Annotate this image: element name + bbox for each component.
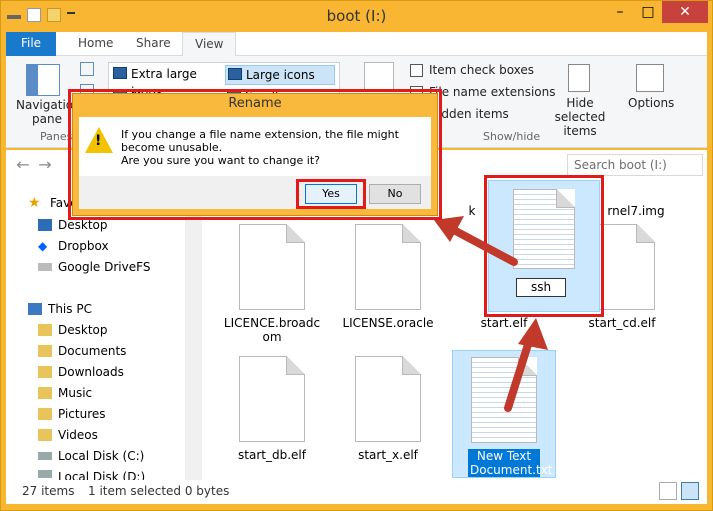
tab-home[interactable]: Home [66, 32, 125, 56]
nav-desktop[interactable]: Desktop [38, 218, 108, 232]
layout-extra-large-icons[interactable]: Extra large icons [111, 65, 221, 99]
navigation-pane-icon [26, 64, 60, 96]
drive-icon [38, 470, 52, 478]
tab-view[interactable]: View [182, 32, 237, 56]
forward-arrow-icon[interactable]: → [36, 156, 54, 174]
nav-scrollbar[interactable] [186, 180, 202, 480]
large-icons-icon [228, 68, 242, 80]
selected-file-name: New Text Document.txt [468, 449, 553, 477]
item-check-boxes-label: Item check boxes [429, 63, 535, 77]
nav-dropbox[interactable]: ◆ Dropbox [38, 239, 109, 253]
layout-large-icons[interactable]: Large icons [225, 65, 335, 85]
hide-selected-items-button[interactable]: Hide selected items [540, 96, 620, 138]
close-button[interactable]: ✕ [662, 1, 708, 23]
file-item[interactable]: LICENCE.broadcom [222, 224, 322, 344]
item-check-boxes-checkbox[interactable] [410, 64, 423, 77]
folder-icon [38, 345, 52, 357]
computer-icon [28, 303, 42, 315]
folder-icon [38, 324, 52, 336]
item-count: 27 items [22, 484, 75, 498]
nav-pictures[interactable]: Pictures [38, 407, 106, 421]
desktop-icon [38, 219, 52, 231]
folder-icon [38, 429, 52, 441]
yes-highlight-box [296, 179, 366, 209]
selection-info: 1 item selected 0 bytes [88, 484, 230, 498]
file-icon [355, 224, 421, 310]
arrow-to-rename-icon [504, 318, 548, 412]
drive-icon [38, 263, 52, 271]
view-toggle [659, 482, 699, 500]
nav-music[interactable]: Music [38, 386, 92, 400]
tab-share[interactable]: Share [124, 32, 183, 56]
preview-pane-icon[interactable] [80, 62, 94, 76]
status-bar: 27 items 1 item selected 0 bytes [6, 480, 707, 504]
folder-icon [38, 366, 52, 378]
nav-videos[interactable]: Videos [38, 428, 98, 442]
folder-icon [38, 408, 52, 420]
ribbon-tabs: File Home Share View [6, 32, 707, 56]
nav-documents[interactable]: Documents [38, 344, 126, 358]
dropbox-icon: ◆ [38, 239, 48, 253]
title-bar: boot (I:) – □ ✕ [1, 1, 712, 33]
file-item[interactable]: LICENSE.oracle [338, 224, 438, 330]
nav-local-disk-c[interactable]: Local Disk (C:) [38, 449, 144, 463]
show-hide-group-label: Show/hide [483, 130, 541, 143]
drive-icon [38, 452, 52, 460]
search-input[interactable]: Search boot (I:) [567, 154, 703, 176]
options-icon [636, 64, 664, 92]
large-icons-view-icon[interactable] [681, 482, 699, 500]
nav-downloads[interactable]: Downloads [38, 365, 124, 379]
minimize-button[interactable]: – [606, 1, 634, 23]
details-view-icon[interactable] [659, 482, 677, 500]
file-icon [355, 356, 421, 442]
star-icon: ★ [28, 195, 41, 211]
sort-by-icon[interactable] [364, 62, 394, 90]
nav-pc-desktop[interactable]: Desktop [38, 323, 108, 337]
back-arrow-icon[interactable]: ← [14, 156, 32, 174]
file-item[interactable]: start_db.elf [222, 356, 322, 462]
tab-file[interactable]: File [6, 32, 56, 56]
nav-google-drivefs[interactable]: Google DriveFS [38, 260, 150, 274]
file-icon [239, 356, 305, 442]
file-name-extensions-label: File name extensions [429, 85, 556, 99]
arrow-to-dialog-icon [434, 216, 518, 266]
navigation-pane: ★ Favorites Desktop ◆ Dropbox Google Dri… [6, 180, 186, 480]
options-button[interactable]: Options [628, 96, 674, 110]
extra-large-icons-icon [113, 67, 127, 79]
nav-this-pc[interactable]: This PC [28, 302, 92, 316]
folder-icon [38, 387, 52, 399]
file-item[interactable]: start_x.elf [338, 356, 438, 462]
dialog-highlight-box [68, 89, 442, 220]
hide-selected-icon [568, 64, 590, 92]
nav-local-disk-d[interactable]: Local Disk (D:) [38, 470, 145, 480]
file-icon [239, 224, 305, 310]
maximize-button[interactable]: □ [634, 1, 662, 23]
window-controls: – □ ✕ [606, 1, 708, 23]
